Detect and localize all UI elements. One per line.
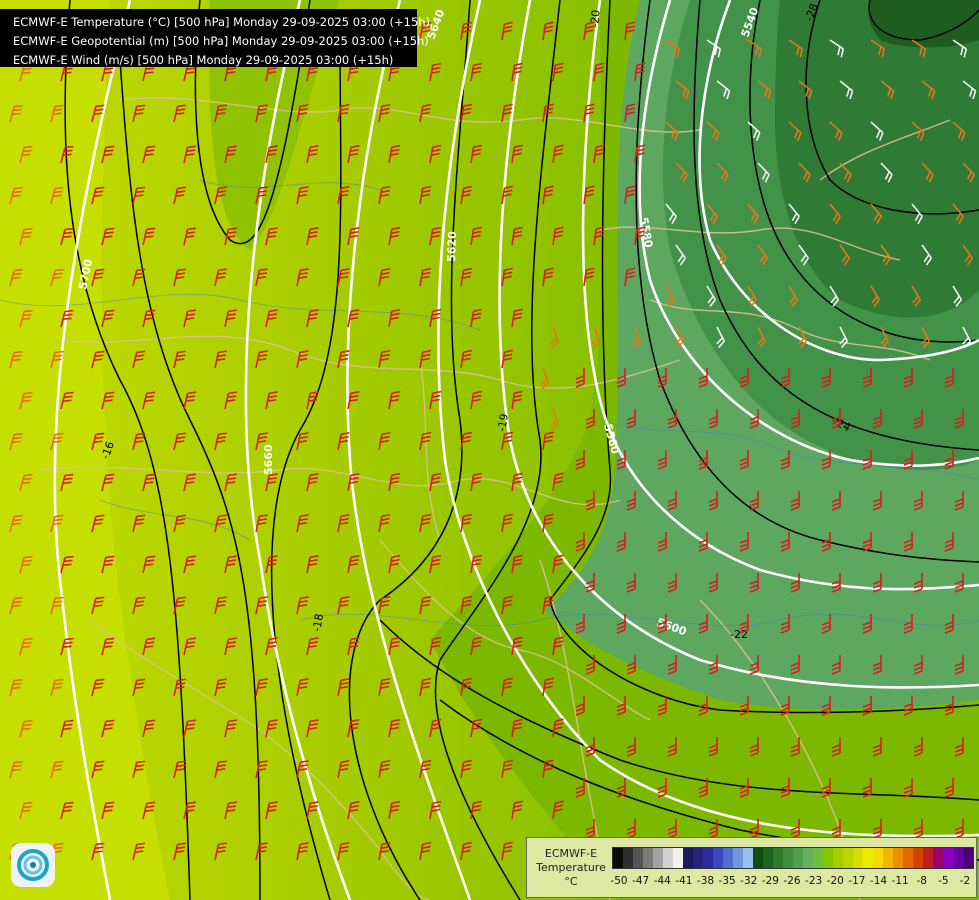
title-line-wind: ECMWF-E Wind (m/s) [500 hPa] Monday 29-0… <box>13 53 394 67</box>
legend-swatch <box>613 848 623 868</box>
isotherm-label: -20 <box>588 9 603 28</box>
title-line-temperature: ECMWF-E Temperature (°C) [500 hPa] Monda… <box>13 15 431 29</box>
legend-tick: -8 <box>916 875 927 887</box>
legend-swatch <box>923 848 933 868</box>
legend-swatch <box>933 848 943 868</box>
legend-swatch <box>723 848 733 868</box>
legend-swatch <box>773 848 783 868</box>
legend-tick: -11 <box>891 875 909 887</box>
legend-color-bar <box>612 847 974 869</box>
legend-swatch <box>813 848 823 868</box>
legend-unit: °C <box>564 875 578 888</box>
legend-tick: -2 <box>959 875 971 887</box>
legend-tick: -32 <box>740 875 758 887</box>
map-title-box: ECMWF-E Temperature (°C) [500 hPa] Monda… <box>0 9 431 67</box>
legend-tick: -26 <box>783 875 801 887</box>
legend-label: ECMWF-E Temperature °C <box>531 847 611 889</box>
legend-swatch <box>893 848 903 868</box>
legend-swatch <box>673 848 683 868</box>
legend-swatch <box>793 848 803 868</box>
legend-swatch <box>633 848 643 868</box>
legend-tick: -17 <box>848 875 866 887</box>
legend-tick: -41 <box>675 875 693 887</box>
title-line-geopotential: ECMWF-E Geopotential (m) [500 hPa] Monda… <box>13 34 429 48</box>
legend-tick: -5 <box>938 875 949 887</box>
legend-swatch <box>883 848 893 868</box>
legend-tick: -47 <box>632 875 650 887</box>
legend-swatch <box>803 848 813 868</box>
legend-swatch <box>713 848 723 868</box>
legend-swatch <box>763 848 773 868</box>
legend-model: ECMWF-E <box>544 847 598 860</box>
weather-map: 5700 5660 5620 5580 5560 5540 5600 5640 … <box>0 0 979 900</box>
legend-swatch <box>903 848 913 868</box>
legend-swatch <box>963 848 973 868</box>
legend-swatch <box>683 848 693 868</box>
legend-swatch <box>823 848 833 868</box>
legend-tick: -50 <box>610 875 628 887</box>
legend-swatch <box>743 848 753 868</box>
legend-swatch <box>833 848 843 868</box>
legend-tick: -23 <box>805 875 823 887</box>
legend-swatch <box>853 848 863 868</box>
isotherm-label: -22 <box>730 628 748 641</box>
legend-swatch <box>733 848 743 868</box>
legend-swatch <box>913 848 923 868</box>
legend-swatch <box>753 848 763 868</box>
legend-swatch <box>643 848 653 868</box>
legend-swatch <box>843 848 853 868</box>
legend-tick: -44 <box>653 875 671 887</box>
legend-swatch <box>653 848 663 868</box>
legend-variable: Temperature <box>536 861 606 874</box>
legend-swatch <box>703 848 713 868</box>
legend-tick: -14 <box>869 875 888 887</box>
ecmwf-swirl-icon <box>11 843 55 887</box>
legend-swatch <box>693 848 703 868</box>
legend-swatch <box>943 848 953 868</box>
legend-ticks: -50 -47 -44 -41 -38 -35 -32 -29 -26 -23 -20 -17 -14-… <box>607 875 977 891</box>
legend-swatch <box>623 848 633 868</box>
legend-swatch <box>663 848 673 868</box>
legend-tick: -20 <box>826 875 844 887</box>
legend-swatch <box>863 848 873 868</box>
legend-tick: -29 <box>761 875 779 887</box>
legend-tick: -35 <box>718 875 736 887</box>
legend-tick: -38 <box>696 875 715 887</box>
isoheight-label: 5620 <box>445 231 459 262</box>
legend-swatch <box>873 848 883 868</box>
legend-swatch <box>953 848 963 868</box>
temperature-legend: ECMWF-E Temperature °C -50 -47 -44 -41 -38 -3… <box>526 837 977 898</box>
isoheight-label: 5660 <box>262 444 275 475</box>
legend-swatch <box>783 848 793 868</box>
